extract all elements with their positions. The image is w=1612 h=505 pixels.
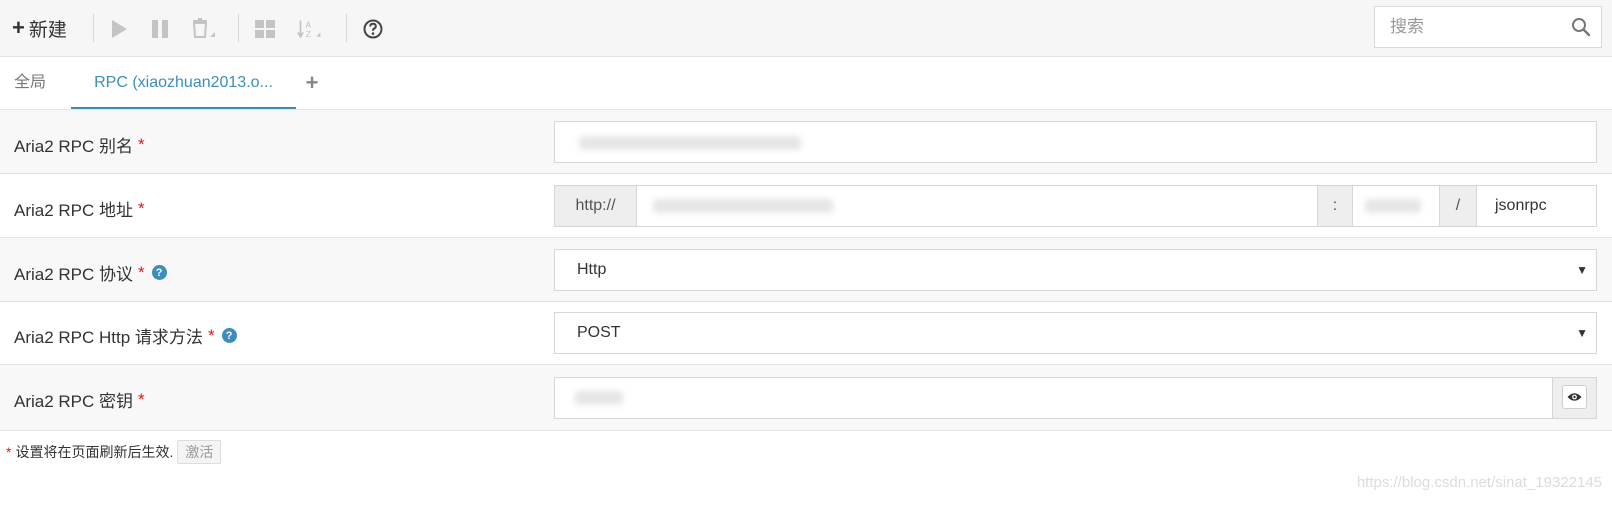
toggle-secret-visibility-button[interactable] xyxy=(1552,378,1596,418)
toolbar-divider xyxy=(238,14,239,42)
eye-icon xyxy=(1567,393,1582,401)
settings-tabs: 全局 RPC (xiaozhuan2013.o... + xyxy=(0,58,1612,110)
play-icon xyxy=(112,20,127,38)
svg-text:Z: Z xyxy=(306,30,311,39)
protocol-select[interactable]: Http ▼ xyxy=(554,249,1597,291)
help-icon[interactable]: ? xyxy=(151,265,167,280)
required-mark: * xyxy=(138,198,145,218)
pause-button[interactable] xyxy=(147,16,173,42)
start-button[interactable] xyxy=(106,16,132,42)
redacted-value xyxy=(579,136,801,150)
setting-row-protocol: Aria2 RPC 协议 *? Http ▼ xyxy=(0,238,1612,302)
trash-icon xyxy=(192,18,215,38)
setting-row-secret: Aria2 RPC 密钥 * xyxy=(0,365,1612,431)
help-button[interactable] xyxy=(360,16,386,42)
toolbar: + 新建 AZ xyxy=(0,0,1612,57)
help-icon[interactable]: ? xyxy=(221,328,237,343)
method-select[interactable]: POST ▼ xyxy=(554,312,1597,354)
watermark: https://blog.csdn.net/sinat_19322145 xyxy=(1356,474,1602,491)
pause-icon xyxy=(152,20,168,38)
port-separator: : xyxy=(1317,186,1353,226)
setting-row-method: Aria2 RPC Http 请求方法 *? POST ▼ xyxy=(0,302,1612,365)
setting-row-alias: Aria2 RPC 别名 * xyxy=(0,110,1612,174)
caret-down-icon: ▼ xyxy=(1576,326,1588,340)
tab-global[interactable]: 全局 xyxy=(14,58,46,109)
required-mark: * xyxy=(138,262,145,282)
redacted-value xyxy=(575,391,623,405)
new-task-button[interactable]: + 新建 xyxy=(12,15,67,41)
host-input[interactable] xyxy=(637,186,1317,226)
secret-label: Aria2 RPC 密钥 * xyxy=(14,389,145,412)
help-circle-icon xyxy=(363,19,383,39)
svg-text:A: A xyxy=(306,20,312,29)
required-mark: * xyxy=(138,134,145,154)
address-input-group: http:// : / jsonrpc xyxy=(554,185,1597,227)
add-rpc-tab-button[interactable]: + xyxy=(300,58,324,109)
method-selected-value: POST xyxy=(577,324,621,341)
toolbar-divider xyxy=(93,14,94,42)
protocol-prefix: http:// xyxy=(555,186,637,226)
select-all-button[interactable] xyxy=(252,16,278,42)
footer-star: * xyxy=(6,444,12,460)
toolbar-divider xyxy=(346,14,347,42)
eye-frame xyxy=(1562,385,1587,409)
required-mark: * xyxy=(138,389,145,409)
method-label: Aria2 RPC Http 请求方法 *? xyxy=(14,323,237,348)
search-box xyxy=(1374,6,1602,48)
protocol-selected-value: Http xyxy=(577,261,607,278)
path-input[interactable]: jsonrpc xyxy=(1477,186,1596,226)
alias-input[interactable] xyxy=(554,121,1597,163)
alias-label: Aria2 RPC 别名 * xyxy=(14,134,145,157)
caret-down-icon: ▼ xyxy=(1576,263,1588,277)
port-input[interactable] xyxy=(1353,186,1439,226)
path-separator: / xyxy=(1439,186,1477,226)
secret-input[interactable] xyxy=(554,377,1597,419)
delete-button[interactable] xyxy=(190,16,216,42)
address-label: Aria2 RPC 地址 * xyxy=(14,198,145,221)
required-mark: * xyxy=(207,325,215,345)
search-input[interactable] xyxy=(1375,7,1570,47)
search-icon[interactable] xyxy=(1571,17,1591,37)
settings-footer: * 设置将在页面刷新后生效. 激活 xyxy=(6,440,222,464)
new-task-label: 新建 xyxy=(28,19,67,41)
redacted-value xyxy=(1365,199,1421,213)
reload-note: 设置将在页面刷新后生效. xyxy=(15,444,174,460)
setting-row-address: Aria2 RPC 地址 * http:// : / jsonrpc xyxy=(0,174,1612,238)
redacted-value xyxy=(653,199,833,213)
plus-icon: + xyxy=(12,15,25,40)
activate-button[interactable]: 激活 xyxy=(177,440,222,464)
grid-icon xyxy=(255,20,275,38)
tab-rpc[interactable]: RPC (xiaozhuan2013.o... xyxy=(71,58,296,109)
sort-az-icon: AZ xyxy=(297,20,321,39)
sort-button[interactable]: AZ xyxy=(297,16,323,42)
protocol-label: Aria2 RPC 协议 *? xyxy=(14,260,167,285)
